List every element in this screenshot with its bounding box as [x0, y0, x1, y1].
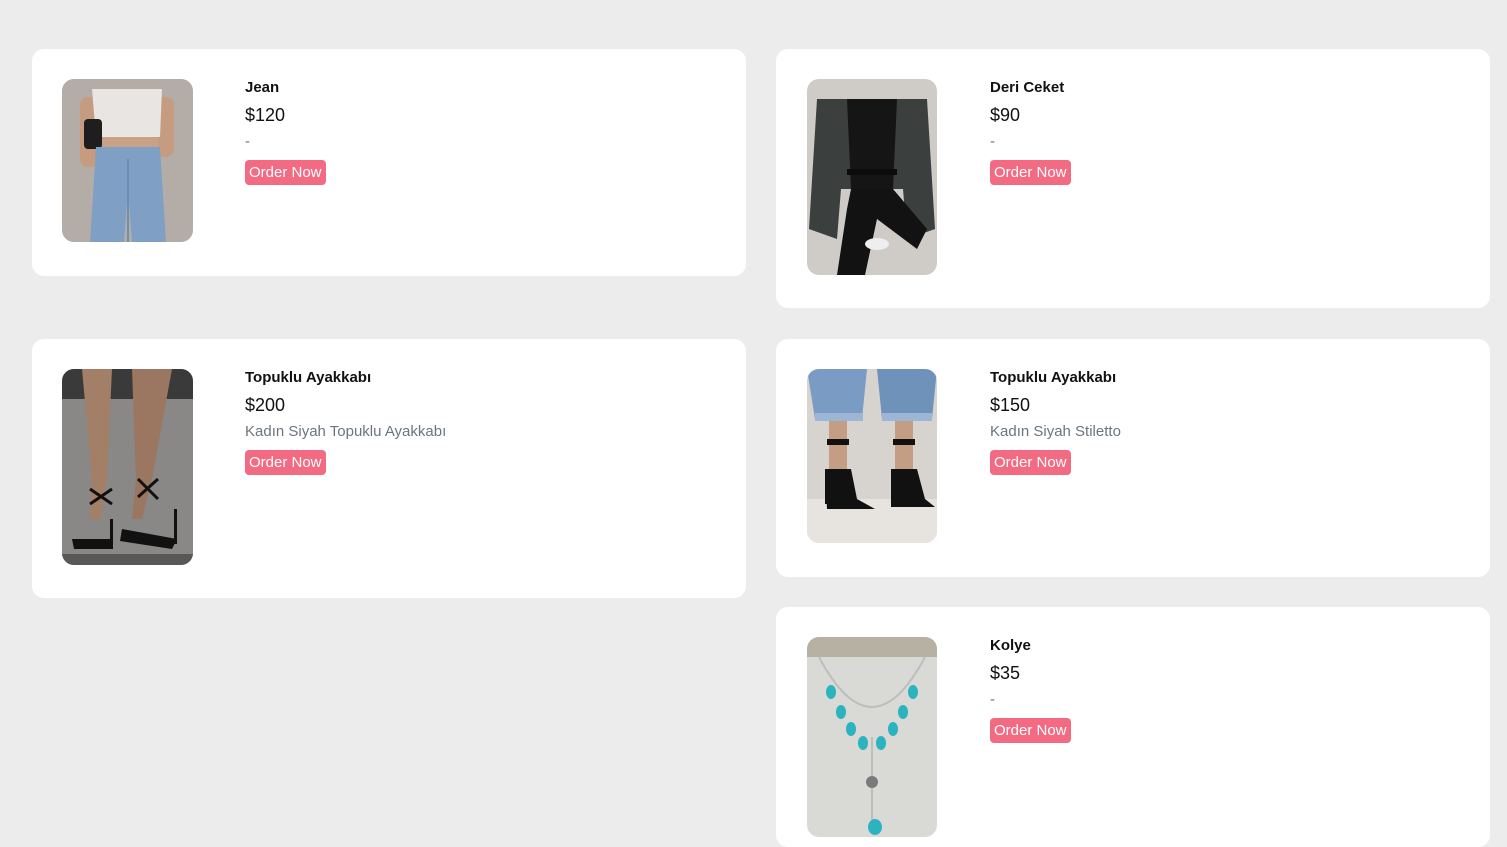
product-name: Kolye — [990, 637, 1031, 654]
product-price: $120 — [245, 105, 286, 125]
product-card: Deri Ceket $90 - Order Now — [776, 49, 1490, 308]
product-image[interactable] — [62, 79, 193, 242]
order-now-button[interactable]: Order Now — [990, 450, 1071, 475]
product-image[interactable] — [807, 369, 937, 543]
product-name: Topuklu Ayakkabı — [245, 369, 372, 386]
product-name: Deri Ceket — [990, 79, 1065, 96]
product-price: $35 — [990, 663, 1021, 683]
product-card: Topuklu Ayakkabı $150 Kadın Siyah Stilet… — [776, 339, 1490, 577]
product-name: Jean — [245, 79, 280, 96]
product-price: $90 — [990, 105, 1021, 125]
product-image[interactable] — [807, 637, 937, 837]
order-now-button[interactable]: Order Now — [245, 450, 326, 475]
product-price: $200 — [245, 395, 286, 415]
product-price: $150 — [990, 395, 1031, 415]
order-now-button[interactable]: Order Now — [990, 718, 1071, 743]
product-card: Jean $120 - Order Now — [32, 49, 746, 276]
product-card: Topuklu Ayakkabı $200 Kadın Siyah Topukl… — [32, 339, 746, 598]
product-image[interactable] — [807, 79, 937, 275]
product-description: - — [990, 691, 995, 708]
product-description: Kadın Siyah Topuklu Ayakkabı — [245, 423, 447, 440]
product-description: Kadın Siyah Stiletto — [990, 423, 1121, 440]
product-name: Topuklu Ayakkabı — [990, 369, 1117, 386]
product-description: - — [245, 133, 250, 150]
order-now-button[interactable]: Order Now — [245, 160, 326, 185]
product-description: - — [990, 133, 995, 150]
product-image[interactable] — [62, 369, 193, 565]
order-now-button[interactable]: Order Now — [990, 160, 1071, 185]
product-card: Kolye $35 - Order Now — [776, 607, 1490, 847]
